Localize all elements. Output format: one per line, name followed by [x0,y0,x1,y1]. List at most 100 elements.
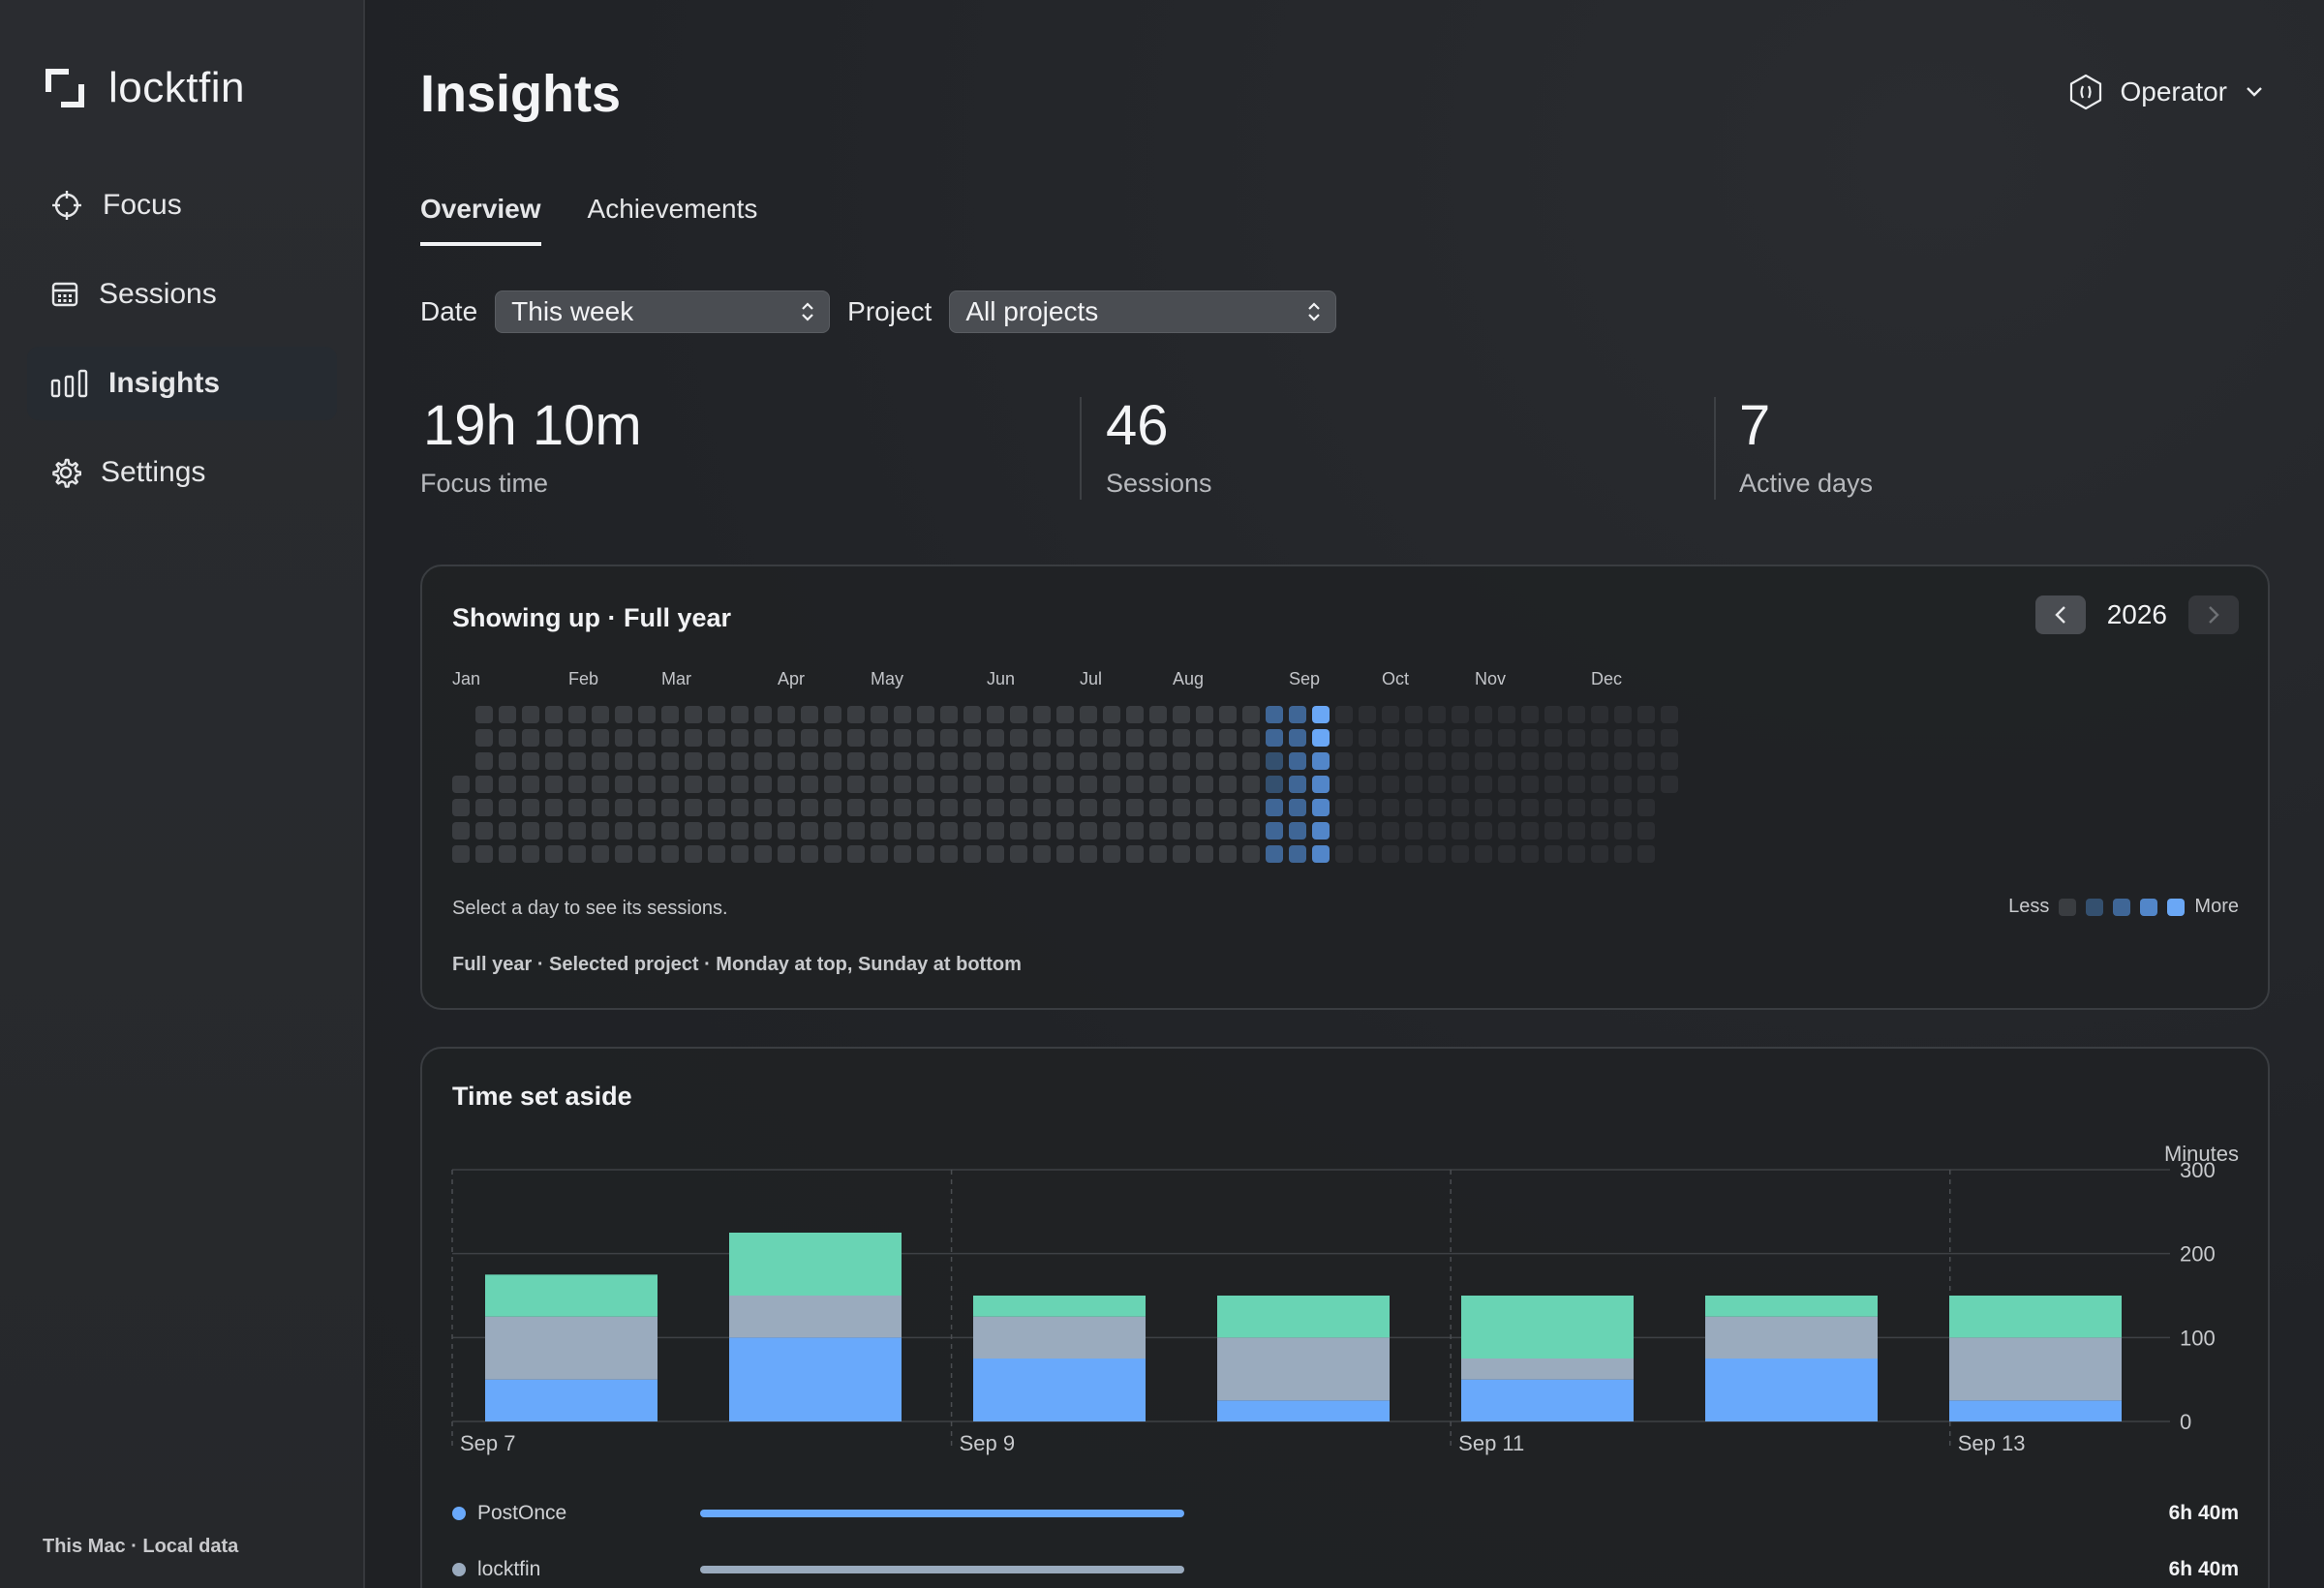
heatmap-day-cell[interactable] [1126,729,1144,747]
heatmap-day-cell[interactable] [847,729,865,747]
heatmap-day-cell[interactable] [1591,822,1608,840]
heatmap-day-cell[interactable] [1544,822,1562,840]
heatmap-day-cell[interactable] [1475,799,1492,816]
heatmap-day-cell[interactable] [1103,799,1120,816]
heatmap-day-cell[interactable] [1149,845,1167,863]
heatmap-day-cell[interactable] [847,799,865,816]
heatmap-day-cell[interactable] [499,752,516,770]
heatmap-day-cell[interactable] [778,776,795,793]
heatmap-day-cell[interactable] [1033,845,1051,863]
heatmap-day-cell[interactable] [1266,799,1283,816]
heatmap-day-cell[interactable] [1056,799,1074,816]
heatmap-day-cell[interactable] [685,845,702,863]
heatmap-day-cell[interactable] [1382,776,1399,793]
heatmap-day-cell[interactable] [1080,729,1097,747]
heatmap-day-cell[interactable] [638,845,656,863]
heatmap-day-cell[interactable] [1219,729,1237,747]
heatmap-day-cell[interactable] [1173,706,1190,723]
heatmap-day-cell[interactable] [824,845,841,863]
heatmap-day-cell[interactable] [1614,776,1632,793]
heatmap-day-cell[interactable] [545,752,563,770]
heatmap-day-cell[interactable] [1033,752,1051,770]
heatmap-day-cell[interactable] [1475,752,1492,770]
heatmap-day-cell[interactable] [871,845,888,863]
heatmap-day-cell[interactable] [1637,799,1655,816]
heatmap-day-cell[interactable] [987,799,1004,816]
heatmap-day-cell[interactable] [545,845,563,863]
heatmap-day-cell[interactable] [1289,776,1306,793]
heatmap-day-cell[interactable] [522,729,539,747]
heatmap-day-cell[interactable] [1196,799,1213,816]
heatmap-day-cell[interactable] [708,752,725,770]
heatmap-day-cell[interactable] [545,706,563,723]
heatmap-day-cell[interactable] [1544,845,1562,863]
heatmap-day-cell[interactable] [661,799,679,816]
heatmap-day-cell[interactable] [1637,845,1655,863]
heatmap-day-cell[interactable] [1614,706,1632,723]
heatmap-day-cell[interactable] [1591,706,1608,723]
heatmap-day-cell[interactable] [778,845,795,863]
heatmap-day-cell[interactable] [1033,729,1051,747]
heatmap-day-cell[interactable] [1382,845,1399,863]
heatmap-day-cell[interactable] [754,752,772,770]
heatmap-day-cell[interactable] [545,822,563,840]
heatmap-day-cell[interactable] [1289,799,1306,816]
heatmap-day-cell[interactable] [731,752,749,770]
heatmap-day-cell[interactable] [1544,799,1562,816]
heatmap-day-cell[interactable] [987,776,1004,793]
heatmap-day-cell[interactable] [1080,706,1097,723]
heatmap-day-cell[interactable] [685,799,702,816]
heatmap-day-cell[interactable] [1521,706,1539,723]
heatmap-day-cell[interactable] [987,822,1004,840]
heatmap-day-cell[interactable] [615,845,632,863]
heatmap-day-cell[interactable] [1428,706,1446,723]
heatmap-day-cell[interactable] [708,799,725,816]
heatmap-day-cell[interactable] [661,706,679,723]
heatmap-day-cell[interactable] [1056,729,1074,747]
heatmap-day-cell[interactable] [1289,822,1306,840]
heatmap-day-cell[interactable] [1335,776,1353,793]
project-row-postonce[interactable]: PostOnce 6h 40m [452,1499,2239,1528]
heatmap-day-cell[interactable] [824,799,841,816]
heatmap-day-cell[interactable] [871,776,888,793]
heatmap-day-cell[interactable] [1149,729,1167,747]
heatmap-day-cell[interactable] [499,799,516,816]
heatmap-day-cell[interactable] [1521,822,1539,840]
heatmap-day-cell[interactable] [1614,729,1632,747]
heatmap-day-cell[interactable] [1568,776,1585,793]
heatmap-day-cell[interactable] [1289,706,1306,723]
heatmap-day-cell[interactable] [963,799,981,816]
heatmap-day-cell[interactable] [1335,729,1353,747]
heatmap-day-cell[interactable] [708,845,725,863]
heatmap-day-cell[interactable] [1452,822,1469,840]
heatmap-day-cell[interactable] [1661,706,1678,723]
heatmap-day-cell[interactable] [778,799,795,816]
heatmap-day-cell[interactable] [801,822,818,840]
heatmap-day-cell[interactable] [545,799,563,816]
heatmap-day-cell[interactable] [452,822,470,840]
heatmap-day-cell[interactable] [1521,845,1539,863]
heatmap-day-cell[interactable] [871,822,888,840]
heatmap-day-cell[interactable] [545,776,563,793]
heatmap-day-cell[interactable] [1428,799,1446,816]
heatmap-day-cell[interactable] [801,706,818,723]
heatmap-day-cell[interactable] [1033,822,1051,840]
heatmap-day-cell[interactable] [1382,822,1399,840]
heatmap-day-cell[interactable] [615,776,632,793]
heatmap-day-cell[interactable] [1219,822,1237,840]
heatmap-day-cell[interactable] [1103,729,1120,747]
heatmap-day-cell[interactable] [1196,706,1213,723]
heatmap-day-cell[interactable] [1056,845,1074,863]
heatmap-day-cell[interactable] [778,706,795,723]
heatmap-day-cell[interactable] [963,752,981,770]
heatmap-day-cell[interactable] [847,822,865,840]
heatmap-day-cell[interactable] [1568,799,1585,816]
heatmap-day-cell[interactable] [754,822,772,840]
heatmap-day-cell[interactable] [894,776,911,793]
heatmap-day-cell[interactable] [568,776,586,793]
heatmap-day-cell[interactable] [1266,845,1283,863]
heatmap-day-cell[interactable] [963,706,981,723]
heatmap-day-cell[interactable] [1591,845,1608,863]
heatmap-day-cell[interactable] [1359,799,1376,816]
heatmap-day-cell[interactable] [638,752,656,770]
